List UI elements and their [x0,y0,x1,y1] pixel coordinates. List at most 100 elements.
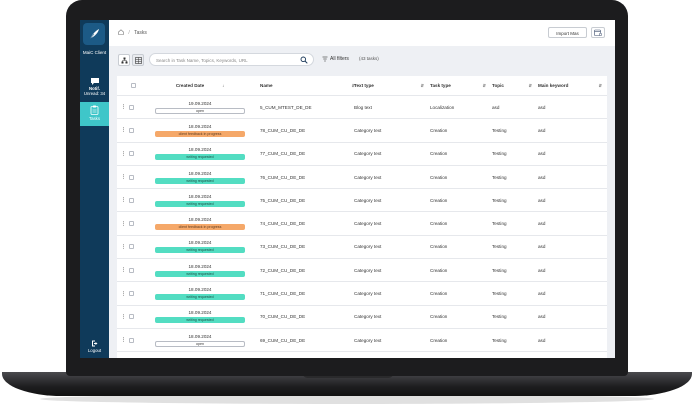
topic: Testing [492,151,507,157]
status-badge: writing requested [155,317,245,324]
table-row[interactable]: ⋮ 18.09.2024 writing requested 71_CUM_CU_DE… [117,282,607,306]
row-menu-icon[interactable]: ⋮ [121,174,126,180]
column-header-text-type[interactable]: Text type ⇵ [354,76,424,95]
status-badge: writing requested [155,247,245,254]
row-menu-icon[interactable]: ⋮ [121,127,126,133]
task-name[interactable]: 73_CUM_CU_DE_DE [260,236,305,258]
logout-button[interactable]: Logout [80,338,109,356]
table-row[interactable]: ⋮ 18.09.2024 writing requested 70_CUM_CU_DE… [117,306,607,329]
row-checkbox[interactable] [129,244,134,250]
column-label: Name [260,83,273,88]
sort-icon[interactable]: ⇵ [529,83,532,88]
created-date: 18.09.2024 [188,193,212,199]
row-menu-icon[interactable]: ⋮ [121,267,126,273]
row-checkbox[interactable] [129,151,134,157]
calendar-button[interactable] [591,27,605,38]
column-header-created-date[interactable]: Created Date ↓ [152,76,248,95]
sidebar: MaiC Client Notif. Unread: 34 Tasks Logo… [80,20,109,358]
task-name[interactable]: 5_CUM_MTEST_DE_DE [260,96,312,118]
row-checkbox[interactable] [129,267,134,273]
row-checkbox[interactable] [129,174,134,180]
search-input[interactable] [156,56,296,64]
task-type: Creation [430,151,448,157]
column-header-task-type[interactable]: Task type ⇵ [430,76,486,95]
row-menu-icon[interactable]: ⋮ [121,104,126,110]
row-checkbox[interactable] [129,291,134,297]
main-keyword: asd [538,174,546,180]
column-label: Topic [492,83,504,88]
select-all-checkbox[interactable] [131,83,136,88]
row-menu-icon[interactable]: ⋮ [121,291,126,297]
toolbar: All filters (43 tasks) [109,46,615,74]
created-date: 18.09.2024 [188,240,212,246]
task-name[interactable]: 74_CUM_CU_DE_DE [260,213,305,235]
table-view-button[interactable] [132,54,144,66]
table-row[interactable]: ⋮ 18.09.2024 writing requested 73_CUM_CU_DE… [117,236,607,260]
task-type: Creation [430,197,448,203]
top-bar: / Tasks Import Mas [109,20,615,46]
tree-view-button[interactable] [118,54,130,66]
table-row[interactable]: ⋮ 19.09.2024 open 5_CUM_MTEST_DE_DE Blog tex… [117,96,607,120]
topic: Testing [492,244,507,250]
row-checkbox[interactable] [129,127,134,133]
quill-feather-icon [89,29,99,40]
status-badge: client feedback in progress [155,130,245,137]
task-type: Creation [430,291,448,297]
text-type: Category text [354,291,382,297]
row-menu-icon[interactable]: ⋮ [121,337,126,343]
column-header-topic[interactable]: Topic ⇵ [492,76,532,95]
created-date-cell: 18.09.2024 client feedback in progress [152,119,248,141]
task-name[interactable]: 71_CUM_CU_DE_DE [260,282,305,304]
table-row[interactable]: ⋮ 18.09.2024 writing requested 75_CUM_CU_DE… [117,189,607,213]
column-header-main-keyword[interactable]: Main keyword ⇵ [538,76,602,95]
row-menu-icon[interactable]: ⋮ [121,244,126,250]
text-type: Category text [354,244,382,250]
table-row[interactable]: ⋮ 18.09.2024 client feedback in progress 78… [117,119,607,143]
table-row[interactable]: ⋮ 18.09.2024 writing requested 76_CUM_CU_DE… [117,166,607,190]
sort-icon[interactable]: ⇵ [483,83,486,88]
text-type: Category text [354,314,382,320]
task-name[interactable]: 77_CUM_CU_DE_DE [260,143,305,165]
table-row[interactable]: ⋮ 18.09.2024 open 69_CUM_CU_DE_DE Category t… [117,329,607,353]
sort-icon[interactable]: ⇵ [599,83,602,88]
task-name[interactable]: 76_CUM_CU_DE_DE [260,166,305,188]
chat-bubble-icon [90,78,99,85]
row-checkbox[interactable] [129,197,134,203]
task-name[interactable]: 70_CUM_CU_DE_DE [260,306,305,328]
app-logo[interactable] [83,23,105,45]
created-date: 18.09.2024 [188,170,212,176]
row-menu-icon[interactable]: ⋮ [121,197,126,203]
sort-icon[interactable]: ⇵ [421,83,424,88]
row-checkbox[interactable] [129,221,134,227]
task-name[interactable]: 78_CUM_CU_DE_DE [260,119,305,141]
task-name[interactable]: 75_CUM_CU_DE_DE [260,189,305,211]
row-menu-icon[interactable]: ⋮ [121,314,126,320]
column-label: Created Date [175,83,205,88]
row-checkbox[interactable] [129,314,134,320]
sidebar-item-notifications[interactable]: Notif. Unread: 34 [80,75,109,99]
import-button[interactable]: Import Mas [548,27,587,38]
table-row[interactable]: ⋮ 18.09.2024 client feedback in progress 74… [117,213,607,236]
task-name[interactable]: 72_CUM_CU_DE_DE [260,259,305,281]
sidebar-item-tasks[interactable]: Tasks [80,102,109,126]
filter-icon [322,56,328,62]
sort-arrow-down-icon[interactable]: ↓ [222,83,224,88]
table-row[interactable]: ⋮ 18.09.2024 writing requested 72_CUM_CU_DE… [117,259,607,283]
created-date-cell: 18.09.2024 open [152,329,248,351]
column-header-name[interactable]: Name ⇵ [260,76,355,95]
row-checkbox[interactable] [129,104,134,110]
table-row[interactable]: ⋮ 18.09.2024 writing requested 77_CUM_CU_DE… [117,143,607,166]
home-icon[interactable] [118,29,124,35]
row-menu-icon[interactable]: ⋮ [121,221,126,227]
search-box [149,53,314,66]
row-checkbox[interactable] [129,337,134,343]
logout-label: Logout [87,348,102,353]
status-badge: writing requested [155,177,245,184]
created-date: 18.09.2024 [188,147,212,153]
text-type: Category text [354,127,382,133]
search-icon[interactable] [300,56,308,64]
all-filters-button[interactable]: All filters [322,56,349,62]
row-menu-icon[interactable]: ⋮ [121,151,126,157]
text-type: Category text [354,337,382,343]
task-name[interactable]: 69_CUM_CU_DE_DE [260,329,305,351]
